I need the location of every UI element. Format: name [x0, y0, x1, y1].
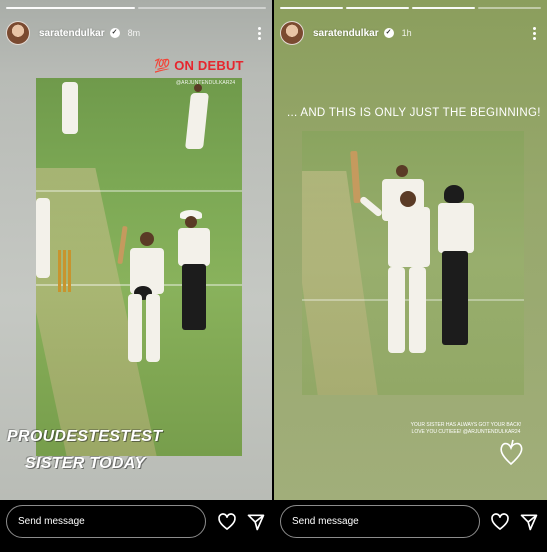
verified-icon: ✓ [383, 28, 394, 38]
story-progress-bar [6, 7, 266, 9]
debut-badge: 💯 ON DEBUT [154, 58, 244, 73]
progress-segment [280, 7, 343, 9]
note-line-2[interactable]: LOVE YOU CUTIEEE! @ARJUNTENDULKAR24 [406, 429, 526, 436]
story-photo [302, 131, 524, 395]
caption-line-2: SISTER TODAY [25, 455, 146, 472]
username[interactable]: saratendulkar [313, 28, 379, 39]
story-progress-bar [280, 7, 541, 9]
username[interactable]: saratendulkar [39, 28, 105, 39]
heart-icon[interactable] [490, 512, 510, 532]
note-line-1: YOUR SISTER HAS ALWAYS GOT YOUR BACK! [410, 422, 522, 428]
story-headline: ... AND THIS IS ONLY JUST THE BEGINNING! [287, 107, 541, 119]
caption-line-1: PROUDESTESTEST [7, 428, 163, 445]
progress-segment [478, 7, 541, 9]
heart-sticker [500, 439, 523, 466]
story-photo: @ARJUNTENDULKAR24 [36, 78, 242, 456]
send-icon[interactable] [246, 512, 266, 532]
story-panel-right[interactable]: saratendulkar ✓ 1h ... AND THIS IS ONLY … [274, 0, 547, 552]
story-panel-left[interactable]: saratendulkar ✓ 8m 💯 ON DEBUT @ARJUNTEND… [0, 0, 272, 552]
send-message-input[interactable]: Send message [280, 505, 480, 538]
story-footer: Send message [0, 500, 272, 552]
timestamp: 1h [401, 28, 412, 38]
send-icon[interactable] [519, 512, 539, 532]
avatar[interactable] [6, 21, 30, 45]
progress-segment [346, 7, 409, 9]
story-note: YOUR SISTER HAS ALWAYS GOT YOUR BACK! LO… [406, 422, 526, 436]
timestamp: 8m [127, 28, 141, 38]
heart-icon[interactable] [217, 512, 237, 532]
photo-tag[interactable]: @ARJUNTENDULKAR24 [176, 80, 235, 86]
story-header: saratendulkar ✓ 8m [6, 20, 264, 46]
story-footer: Send message [274, 500, 547, 552]
more-icon[interactable] [529, 26, 539, 40]
send-message-input[interactable]: Send message [6, 505, 206, 538]
progress-segment [6, 7, 135, 9]
story-header: saratendulkar ✓ 1h [280, 20, 539, 46]
progress-segment [412, 7, 475, 9]
avatar[interactable] [280, 21, 304, 45]
progress-segment [137, 7, 266, 9]
verified-icon: ✓ [109, 28, 120, 38]
more-icon[interactable] [254, 26, 264, 40]
